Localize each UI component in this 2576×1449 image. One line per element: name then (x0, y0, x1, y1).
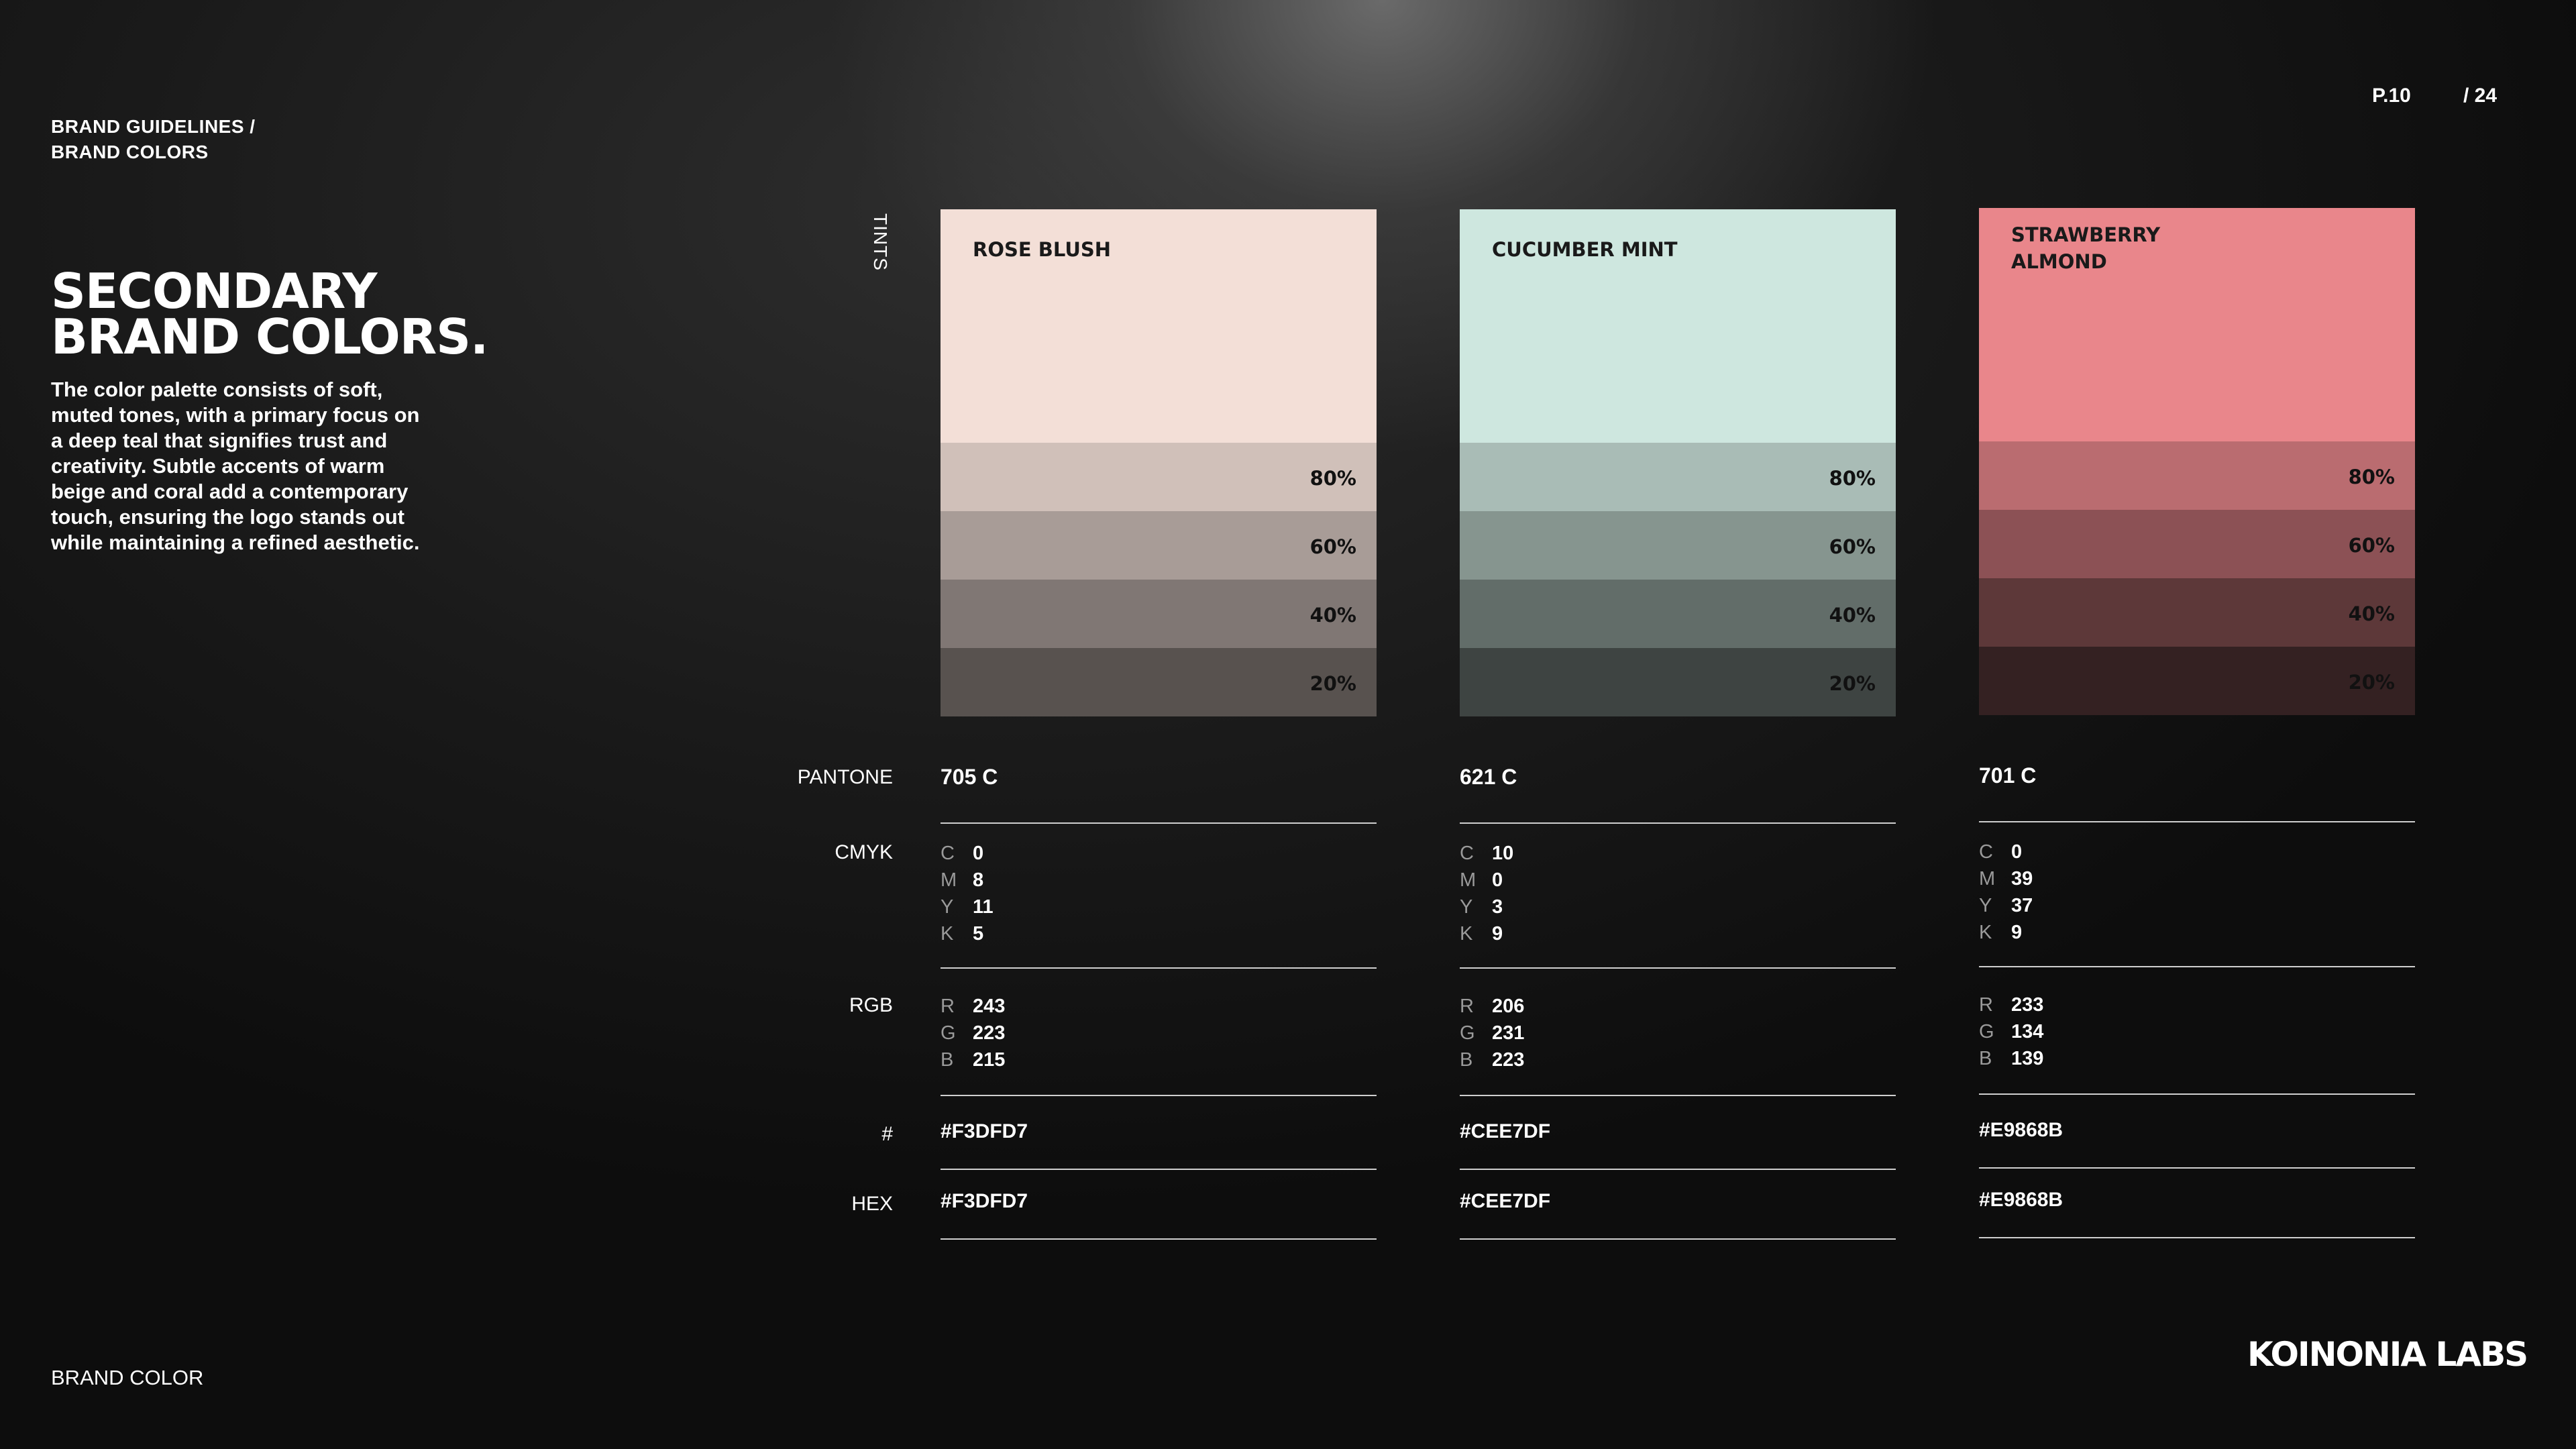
color-column-strawberry-almond: STRAWBERRY ALMOND 80% 60% 40% 20% 701 C … (1979, 208, 2415, 1238)
hex-label: HEX (851, 1193, 893, 1215)
pantone-value: 705 C (941, 765, 998, 789)
color-swatch: ROSE BLUSH (941, 209, 1377, 443)
tint-80: 80% (941, 443, 1377, 511)
rgb-label: RGB (849, 994, 893, 1016)
color-column-cucumber-mint: CUCUMBER MINT 80% 60% 40% 20% 621 C C 10 … (1460, 209, 1896, 1240)
color-column-rose-blush: ROSE BLUSH 80% 60% 40% 20% 705 C C0 M8 Y… (941, 209, 1377, 1240)
tint-40: 40% (1979, 578, 2415, 647)
hex-cell: #E9868B (1979, 1189, 2415, 1238)
pantone-label: PANTONE (797, 766, 893, 788)
tint-40: 40% (1460, 580, 1896, 648)
color-name: ROSE BLUSH (973, 238, 1112, 261)
hash-cell: #E9868B (1979, 1119, 2415, 1169)
rgb-cell: R 243 G 223 B 215 (941, 993, 1377, 1096)
breadcrumb-line-1: BRAND GUIDELINES / (51, 116, 256, 137)
cmyk-label: CMYK (835, 841, 893, 863)
hex-value: #F3DFD7 (941, 1190, 1028, 1212)
hash-value: #F3DFD7 (941, 1120, 1028, 1142)
tints-label: TINTS (870, 213, 891, 271)
cmyk-cell: C0 M 39 Y 37 K9 (1979, 839, 2415, 967)
footer-section-label: BRAND COLOR (51, 1366, 204, 1389)
tint-20: 20% (941, 648, 1377, 716)
color-name: CUCUMBER MINT (1492, 238, 1678, 261)
pantone-cell: 621 C (1460, 765, 1896, 824)
rgb-cell: R 233 G 134 B 139 (1979, 991, 2415, 1095)
pantone-cell: 705 C (941, 765, 1377, 824)
page-number: P.10 (2372, 85, 2411, 107)
page-title: SECONDARY BRAND COLORS. (51, 263, 488, 365)
brand-logo: KOINONIA LABS (2247, 1335, 2528, 1374)
hex-cell: #F3DFD7 (941, 1190, 1377, 1240)
hash-value: #CEE7DF (1460, 1120, 1551, 1142)
title-line-2: BRAND COLORS. (51, 309, 488, 365)
hex-value: #E9868B (1979, 1189, 2063, 1211)
cmyk-cell: C 10 M0 Y3 K9 (1460, 840, 1896, 969)
tint-20: 20% (1460, 648, 1896, 716)
breadcrumb: BRAND GUIDELINES / BRAND COLORS (51, 114, 256, 165)
color-name: STRAWBERRY ALMOND (2011, 223, 2161, 273)
rgb-cell: R 206 G 231 B 223 (1460, 993, 1896, 1096)
tint-80: 80% (1460, 443, 1896, 511)
breadcrumb-line-2: BRAND COLORS (51, 142, 209, 162)
hex-cell: #CEE7DF (1460, 1190, 1896, 1240)
page-total: / 24 (2463, 85, 2498, 107)
tint-60: 60% (941, 511, 1377, 580)
cmyk-cell: C0 M8 Y 11 K5 (941, 840, 1377, 969)
tint-40: 40% (941, 580, 1377, 648)
hash-cell: #F3DFD7 (941, 1120, 1377, 1170)
hash-cell: #CEE7DF (1460, 1120, 1896, 1170)
tint-60: 60% (1979, 510, 2415, 578)
hash-label: # (881, 1123, 893, 1145)
tint-60: 60% (1460, 511, 1896, 580)
description: The color palette consists of soft, mute… (51, 378, 420, 554)
title-line-1: SECONDARY (51, 263, 377, 319)
pantone-value: 701 C (1979, 763, 2037, 788)
pantone-cell: 701 C (1979, 763, 2415, 822)
tint-80: 80% (1979, 441, 2415, 510)
color-swatch: STRAWBERRY ALMOND (1979, 208, 2415, 441)
hash-value: #E9868B (1979, 1119, 2063, 1141)
pantone-value: 621 C (1460, 765, 1517, 789)
tint-20: 20% (1979, 647, 2415, 715)
color-swatch: CUCUMBER MINT (1460, 209, 1896, 443)
hex-value: #CEE7DF (1460, 1190, 1551, 1212)
